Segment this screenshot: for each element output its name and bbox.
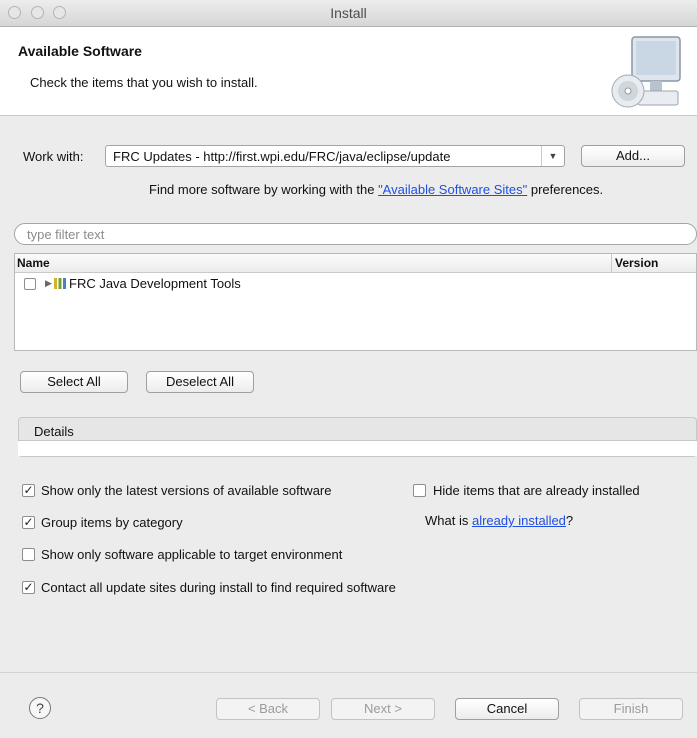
latest-only-checkbox[interactable]: ✓	[22, 484, 35, 497]
hide-installed-label: Hide items that are already installed	[433, 483, 640, 498]
title-bar: Install	[0, 0, 697, 27]
tree-row[interactable]: ▶ FRC Java Development Tools	[15, 274, 696, 292]
what-is-installed-text: What is already installed?	[425, 513, 573, 528]
install-monitor-icon	[611, 36, 681, 108]
header-banner: Available Software Check the items that …	[0, 27, 697, 116]
find-more-suffix: preferences.	[530, 182, 604, 197]
column-name[interactable]: Name	[17, 256, 50, 270]
expand-icon[interactable]: ▶	[45, 278, 52, 289]
next-button[interactable]: Next >	[331, 698, 435, 720]
details-label: Details	[34, 424, 74, 439]
add-site-button[interactable]: Add...	[581, 145, 685, 167]
tree-header: Name Version	[15, 254, 696, 273]
column-separator	[611, 254, 612, 272]
help-icon[interactable]: ?	[29, 697, 51, 719]
already-installed-link[interactable]: already installed	[472, 513, 566, 528]
latest-only-label: Show only the latest versions of availab…	[41, 483, 332, 498]
details-text-area	[18, 440, 697, 456]
column-version[interactable]: Version	[615, 256, 658, 270]
group-category-checkbox[interactable]: ✓	[22, 516, 35, 529]
what-is-prefix: What is	[425, 513, 469, 528]
available-software-sites-link[interactable]: "Available Software Sites"	[378, 182, 527, 197]
target-env-checkbox[interactable]	[22, 548, 35, 561]
install-window: Install Available Software Check the ite…	[0, 0, 697, 738]
contact-sites-label: Contact all update sites during install …	[41, 580, 396, 595]
tree-item-checkbox[interactable]	[24, 278, 36, 290]
page-subtitle: Check the items that you wish to install…	[30, 75, 258, 90]
find-more-prefix: Find more software by working with the	[149, 182, 375, 197]
software-tree[interactable]: Name Version ▶ FRC Java Development Tool…	[14, 253, 697, 351]
footer-divider	[0, 672, 697, 673]
window-title: Install	[330, 5, 367, 21]
target-env-label: Show only software applicable to target …	[41, 547, 343, 562]
select-all-button[interactable]: Select All	[20, 371, 128, 393]
hide-installed-checkbox[interactable]	[413, 484, 426, 497]
group-category-label: Group items by category	[41, 515, 183, 530]
work-with-combo[interactable]: FRC Updates - http://first.wpi.edu/FRC/j…	[105, 145, 565, 167]
cancel-button[interactable]: Cancel	[455, 698, 559, 720]
deselect-all-button[interactable]: Deselect All	[146, 371, 254, 393]
what-is-suffix: ?	[565, 513, 574, 528]
tree-item-label: FRC Java Development Tools	[69, 276, 241, 291]
filter-input[interactable]: type filter text	[14, 223, 697, 245]
dropdown-arrow-icon[interactable]: ▼	[541, 146, 564, 166]
finish-button[interactable]: Finish	[579, 698, 683, 720]
find-more-text: Find more software by working with the "…	[149, 182, 603, 197]
back-button[interactable]: < Back	[216, 698, 320, 720]
contact-sites-checkbox[interactable]: ✓	[22, 581, 35, 594]
category-icon	[54, 278, 66, 289]
filter-placeholder: type filter text	[27, 227, 105, 242]
page-title: Available Software	[18, 43, 142, 59]
work-with-label: Work with:	[23, 149, 84, 164]
work-with-value: FRC Updates - http://first.wpi.edu/FRC/j…	[113, 149, 451, 164]
